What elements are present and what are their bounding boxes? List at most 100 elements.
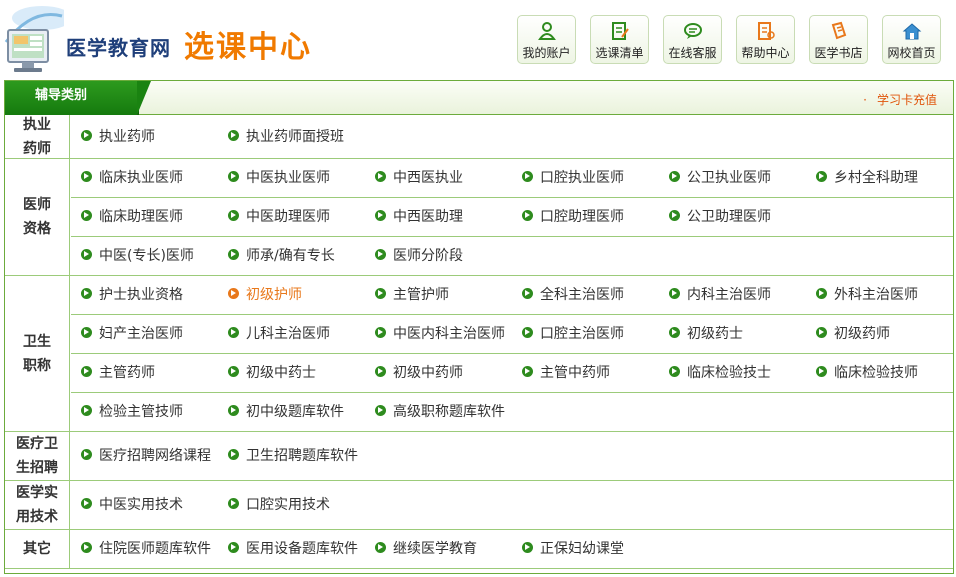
course-link[interactable]: 中医执业医师 [228,159,330,198]
course-link-label: 儿科主治医师 [246,326,330,342]
arrow-bullet-icon [375,171,386,182]
user-icon [537,22,556,40]
course-link-label: 口腔实用技术 [246,497,330,513]
course-link[interactable]: 正保妇幼课堂 [522,530,624,569]
arrow-bullet-icon [816,366,827,377]
course-link-label: 临床执业医师 [99,170,183,186]
course-link[interactable]: 检验主管技师 [81,393,183,432]
course-link[interactable]: 卫生招聘题库软件 [228,432,358,481]
course-link[interactable]: 公卫执业医师 [669,159,771,198]
course-link[interactable]: 中医内科主治医师 [375,315,505,354]
course-link-label: 医师分阶段 [393,248,463,264]
course-link[interactable]: 公卫助理医师 [669,198,771,237]
course-link-label: 内科主治医师 [687,287,771,303]
course-link-label: 中西医助理 [393,209,463,225]
nav-course-list[interactable]: 选课清单 [590,15,649,64]
arrow-bullet-icon [81,210,92,221]
course-link[interactable]: 临床执业医师 [81,159,183,198]
course-link[interactable]: 执业药师 [81,115,155,159]
nav-my-account[interactable]: 我的账户 [517,15,576,64]
category-label-text: 卫生 职称 [23,330,51,378]
category-label-line: 药师 [23,140,51,157]
course-link[interactable]: 初级护师 [228,276,302,315]
category-group: 执业 药师 执业药师 执业药师面授班 [5,115,953,159]
course-row: 检验主管技师 初中级题库软件 高级职称题库软件 [71,393,953,432]
arrow-bullet-icon [816,327,827,338]
course-link[interactable]: 初级中药师 [375,354,463,393]
course-link[interactable]: 中西医执业 [375,159,463,198]
course-link-label: 中医内科主治医师 [393,326,505,342]
course-link-label: 外科主治医师 [834,287,918,303]
course-link[interactable]: 医疗招聘网络课程 [81,432,211,481]
course-link-label: 初中级题库软件 [246,404,344,420]
course-row: 中医实用技术 口腔实用技术 [71,481,953,530]
arrow-bullet-icon [522,288,533,299]
nav-medical-bookstore[interactable]: 医学书店 [809,15,868,64]
arrow-bullet-icon [669,327,680,338]
course-link[interactable]: 主管药师 [81,354,155,393]
nav-school-home[interactable]: 网校首页 [882,15,941,64]
course-link[interactable]: 初级药士 [669,315,743,354]
course-link-label: 初级药师 [834,326,890,342]
course-link[interactable]: 医师分阶段 [375,237,463,276]
course-link[interactable]: 临床助理医师 [81,198,183,237]
tab-tutoring-category[interactable]: 辅导类别 [5,81,151,115]
course-link[interactable]: 中医(专长)医师 [81,237,194,276]
course-link[interactable]: 执业药师面授班 [228,115,344,159]
course-link-label: 执业药师 [99,129,155,145]
study-card-recharge-link[interactable]: · 学习卡充值 [863,91,937,108]
category-group: 医疗卫 生招聘 医疗招聘网络课程 卫生招聘题库软件 [5,432,953,481]
course-link[interactable]: 儿科主治医师 [228,315,330,354]
course-row: 妇产主治医师 儿科主治医师 中医内科主治医师 口腔主治医师 初级药士 初级药师 [71,315,953,354]
course-link[interactable]: 妇产主治医师 [81,315,183,354]
course-link[interactable]: 内科主治医师 [669,276,771,315]
course-link-label: 中西医执业 [393,170,463,186]
category-group: 医学实 用技术 中医实用技术 口腔实用技术 [5,481,953,530]
arrow-bullet-icon [522,171,533,182]
category-label: 医学实 用技术 [5,481,70,529]
nav-help-center[interactable]: 帮助中心 [736,15,795,64]
course-link[interactable]: 临床检验技士 [669,354,771,393]
course-link[interactable]: 初中级题库软件 [228,393,344,432]
course-link[interactable]: 主管护师 [375,276,449,315]
category-label: 医师 资格 [5,159,70,275]
nav-label: 在线客服 [668,46,717,60]
arrow-bullet-icon [816,288,827,299]
arrow-bullet-icon [228,130,239,141]
course-link[interactable]: 口腔实用技术 [228,481,330,530]
course-link[interactable]: 口腔助理医师 [522,198,624,237]
course-link[interactable]: 外科主治医师 [816,276,918,315]
category-label-line: 医疗卫 [16,436,58,452]
course-link[interactable]: 高级职称题库软件 [375,393,505,432]
nav-online-service[interactable]: 在线客服 [663,15,722,64]
course-link[interactable]: 中医助理医师 [228,198,330,237]
course-link[interactable]: 口腔执业医师 [522,159,624,198]
course-link[interactable]: 初级中药士 [228,354,316,393]
arrow-bullet-icon [816,171,827,182]
arrow-bullet-icon [669,288,680,299]
arrow-bullet-icon [375,327,386,338]
course-link[interactable]: 中西医助理 [375,198,463,237]
course-link[interactable]: 医用设备题库软件 [228,530,358,569]
course-link-label: 继续医学教育 [393,541,477,557]
arrow-bullet-icon [81,249,92,260]
course-link[interactable]: 继续医学教育 [375,530,477,569]
course-link[interactable]: 住院医师题库软件 [81,530,211,569]
category-label: 其它 [5,530,70,568]
course-link[interactable]: 主管中药师 [522,354,610,393]
category-group: 医师 资格 临床执业医师 中医执业医师 中西医执业 口腔执业医师 公卫执业医师 乡村全科助理临… [5,159,953,276]
nav-label: 帮助中心 [741,46,790,60]
course-link[interactable]: 中医实用技术 [81,481,183,530]
course-link-label: 口腔主治医师 [540,326,624,342]
course-link[interactable]: 护士执业资格 [81,276,183,315]
course-link[interactable]: 师承/确有专长 [228,237,335,276]
course-link-label: 中医助理医师 [246,209,330,225]
arrow-bullet-icon [669,210,680,221]
course-link[interactable]: 临床检验技师 [816,354,918,393]
course-link[interactable]: 乡村全科助理 [816,159,918,198]
course-link[interactable]: 初级药师 [816,315,890,354]
course-row: 护士执业资格 初级护师 主管护师 全科主治医师 内科主治医师 外科主治医师 [71,276,953,315]
course-link[interactable]: 口腔主治医师 [522,315,624,354]
home-icon [902,23,921,40]
course-link[interactable]: 全科主治医师 [522,276,624,315]
